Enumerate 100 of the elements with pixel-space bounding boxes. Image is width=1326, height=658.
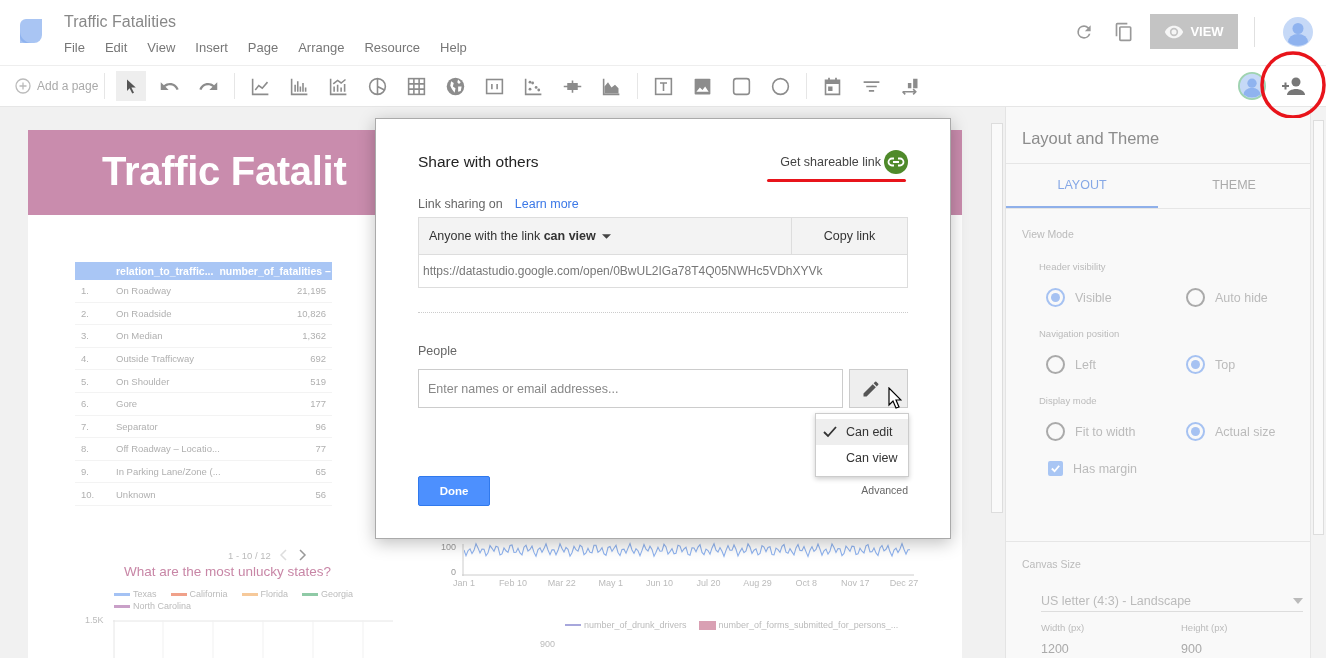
axis-label: Jan 1 bbox=[453, 578, 475, 588]
row-number: 3. bbox=[80, 330, 90, 342]
link-url-field[interactable]: https://datastudio.google.com/open/0BwUL2IGa78T4Q05NWHc5VDhXYVk bbox=[419, 255, 907, 287]
check-icon bbox=[1050, 463, 1061, 474]
menu-item[interactable]: Resource bbox=[364, 40, 421, 55]
table-cell-text: Gore bbox=[115, 398, 139, 410]
menu-item[interactable]: Can edit bbox=[816, 419, 908, 445]
table-cell-text: Outside Trafficway bbox=[115, 353, 195, 365]
row-number: 6. bbox=[80, 398, 90, 410]
radio-button[interactable] bbox=[1186, 288, 1205, 307]
people-input[interactable]: Enter names or email addresses... bbox=[418, 369, 843, 408]
radio-option[interactable]: Visible bbox=[1046, 288, 1186, 307]
axis-label: May 1 bbox=[598, 578, 623, 588]
table-cell-text: 692 bbox=[309, 353, 327, 365]
radio-button[interactable] bbox=[1186, 355, 1205, 374]
row-number: 8. bbox=[80, 443, 90, 455]
shareable-link-button[interactable]: Get shareable link bbox=[780, 150, 908, 174]
table-cell-text: On Shoulder bbox=[115, 375, 171, 387]
report-title: Traffic Fatalit bbox=[102, 149, 347, 194]
row-number: 1. bbox=[80, 285, 90, 297]
access-dropdown[interactable]: Anyone with the link can view bbox=[419, 218, 791, 254]
table-cell-text: 1,362 bbox=[301, 330, 327, 342]
link-icon bbox=[884, 150, 908, 174]
advanced-link[interactable]: Advanced bbox=[861, 484, 908, 496]
row-number: 7. bbox=[80, 420, 90, 432]
axis-label: 0 bbox=[451, 567, 456, 577]
canvas-size-select[interactable]: US letter (4:3) - Landscape bbox=[1041, 592, 1303, 612]
learn-more-link[interactable]: Learn more bbox=[514, 197, 579, 211]
permission-button[interactable] bbox=[849, 369, 908, 408]
table-cell-text: On Median bbox=[115, 330, 164, 342]
legend-label: Texas bbox=[133, 589, 157, 599]
table-cell-text: 77 bbox=[314, 443, 327, 455]
radio-button[interactable] bbox=[1046, 288, 1065, 307]
radio-option[interactable]: Left bbox=[1046, 355, 1186, 374]
done-button[interactable]: Done bbox=[418, 476, 490, 506]
legend-label: California bbox=[189, 589, 228, 599]
checkbox[interactable] bbox=[1048, 461, 1063, 476]
axis-label: Oct 8 bbox=[795, 578, 818, 588]
table-cell-text: Unknown bbox=[115, 488, 157, 500]
add-page-button[interactable]: Add a page bbox=[15, 78, 99, 94]
menu-item[interactable]: Help bbox=[440, 40, 467, 55]
radio-option[interactable]: Top bbox=[1186, 355, 1306, 374]
axis-label: Jul 20 bbox=[696, 578, 721, 588]
field-label: Width (px) bbox=[1041, 622, 1086, 633]
copy-icon[interactable] bbox=[1114, 21, 1134, 42]
table-cell-text: In Parking Lane/Zone (... bbox=[115, 466, 222, 478]
legend-label: Florida bbox=[260, 589, 289, 599]
app-logo bbox=[18, 17, 44, 45]
radio-button[interactable] bbox=[1046, 355, 1065, 374]
axis-label: Aug 29 bbox=[743, 578, 772, 588]
table-cell-text: Off Roadway – Locatio... bbox=[115, 443, 221, 455]
legend-label: number_of_drunk_drivers bbox=[584, 620, 687, 630]
table-cell-text: 65 bbox=[314, 466, 327, 478]
radio-button[interactable] bbox=[1186, 422, 1205, 441]
check-icon bbox=[823, 426, 837, 438]
scrollbar[interactable] bbox=[991, 123, 1003, 513]
cursor-icon bbox=[888, 387, 902, 409]
menu-item[interactable]: Can view bbox=[816, 445, 908, 471]
menu-item[interactable]: Edit bbox=[104, 40, 128, 55]
axis-label: Feb 10 bbox=[498, 578, 527, 588]
axis-label: 100 bbox=[440, 542, 456, 552]
menu-item[interactable]: Insert bbox=[195, 40, 228, 55]
section-label: Canvas Size bbox=[1022, 558, 1082, 570]
scrollbar[interactable] bbox=[1313, 120, 1324, 535]
radio-option[interactable]: Auto hide bbox=[1186, 288, 1306, 307]
user-avatar[interactable] bbox=[1238, 72, 1266, 100]
field-label: Link sharing on bbox=[418, 197, 503, 211]
panel-tab[interactable]: THEME bbox=[1158, 164, 1310, 208]
legend-label: Georgia bbox=[321, 589, 354, 599]
table-cell-text: 519 bbox=[309, 375, 327, 387]
document-title[interactable]: Traffic Fatalities bbox=[64, 13, 487, 31]
width-field[interactable]: 1200 bbox=[1041, 642, 1181, 656]
radio-option[interactable]: Actual size bbox=[1186, 422, 1306, 441]
row-number: 10. bbox=[80, 488, 96, 500]
panel-tab[interactable]: LAYOUT bbox=[1006, 164, 1158, 208]
page-count: 1 - 10 / 12 bbox=[228, 549, 271, 561]
menu-item[interactable]: Page bbox=[247, 40, 279, 55]
menu-item[interactable]: Arrange bbox=[298, 40, 345, 55]
pencil-icon bbox=[861, 378, 881, 399]
table-cell-text: 21,195 bbox=[295, 285, 327, 297]
add-icon bbox=[15, 78, 31, 94]
add-person-icon[interactable] bbox=[1280, 75, 1306, 97]
account-avatar[interactable] bbox=[1283, 16, 1313, 47]
field-label: People bbox=[418, 344, 458, 358]
axis-label: Dec 27 bbox=[889, 578, 919, 588]
row-number: 4. bbox=[80, 353, 90, 365]
radio-option[interactable]: Fit to width bbox=[1046, 422, 1186, 441]
table-cell-text: Separator bbox=[115, 420, 159, 432]
row-number: 5. bbox=[80, 375, 90, 387]
table-cell-text: 96 bbox=[314, 420, 327, 432]
table-cell-text: 56 bbox=[314, 488, 327, 500]
radio-button[interactable] bbox=[1046, 422, 1065, 441]
row-number: 9. bbox=[80, 466, 90, 478]
menu-item[interactable]: View bbox=[147, 40, 176, 55]
next-page-icon[interactable] bbox=[296, 549, 307, 561]
table-cell-text: 10,826 bbox=[295, 307, 327, 319]
caret-icon bbox=[601, 233, 611, 239]
menu-item[interactable]: File bbox=[64, 40, 85, 55]
axis-label: 1.5K bbox=[85, 615, 104, 625]
height-field[interactable]: 900 bbox=[1181, 642, 1301, 656]
